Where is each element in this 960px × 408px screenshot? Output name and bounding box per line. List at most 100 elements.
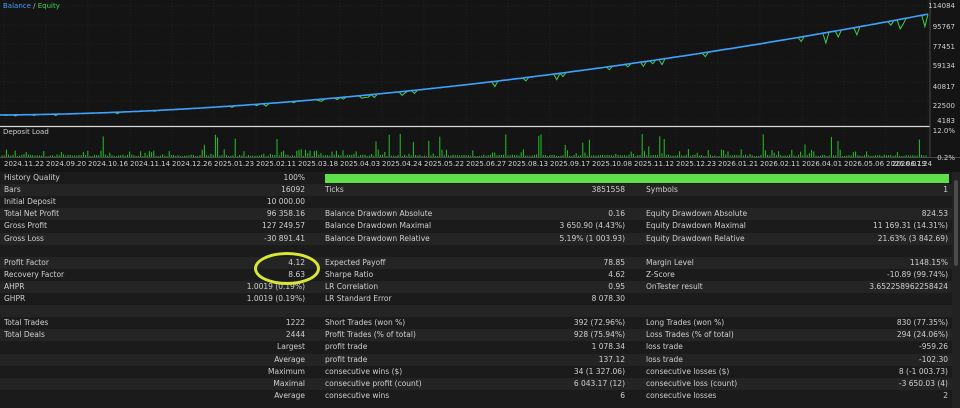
stat-value: 11 169.31 (14.31%) <box>872 221 948 231</box>
stat-value: 928 (75.94%) <box>573 330 625 340</box>
y-tick-label: 95767 <box>932 23 955 31</box>
stat-value: 0.95 <box>608 281 625 291</box>
legend-balance: Balance <box>3 2 31 10</box>
x-tick-label: 2025.02.11 <box>256 160 297 168</box>
y-tick-label: 59134 <box>932 62 955 70</box>
stat-value: 10 000.00 <box>266 197 305 207</box>
table-row: AHPR 1.0019 (0.19%) LR Correlation 0.95 … <box>0 280 960 293</box>
stat-value: 8.63 <box>288 269 305 279</box>
table-row: Bars 16092 Ticks 3851558 Symbols 1 <box>0 184 960 197</box>
table-row: History Quality 100% <box>0 172 960 184</box>
stat-sublabel: Average <box>274 390 305 400</box>
balance-equity-chart: Balance / Equity Deposit Load 114084 957… <box>0 0 960 172</box>
x-tick-label: 2024.11.22 <box>4 160 45 168</box>
stat-value: 78.85 <box>603 257 625 267</box>
legend-equity: Equity <box>37 2 60 10</box>
x-tick-label: 2025.03.18 <box>298 160 339 168</box>
history-quality-bar <box>325 174 949 183</box>
x-tick-label: 2025.09.17 <box>550 160 591 168</box>
x-tick-label: 2025.11.12 <box>634 160 675 168</box>
stat-value: 8 078.30 <box>591 294 625 303</box>
stat-value: 127 249.57 <box>262 221 305 231</box>
stat-value: 1.0019 (0.19%) <box>246 281 305 291</box>
stat-value: 392 (72.96%) <box>573 318 625 328</box>
x-tick-label: 2024.10.16 <box>88 160 129 168</box>
stat-value: 1 078.34 <box>591 342 625 352</box>
stat-sublabel: Largest <box>277 342 305 352</box>
chart-canvas <box>0 0 960 158</box>
stat-value: 2 <box>943 390 948 400</box>
stat-value: -102.30 <box>919 354 948 364</box>
x-tick-label: 2026.04.01 <box>802 160 843 168</box>
stat-value: 3851558 <box>591 185 625 195</box>
table-row: Total Deals 2444 Profit Trades (% of tot… <box>0 329 960 342</box>
x-tick-label: 2025.01.23 <box>214 160 255 168</box>
stat-value: 1148.15% <box>909 257 948 267</box>
table-row-spacer <box>0 305 960 318</box>
x-tick-label: 2024.09.20 <box>46 160 87 168</box>
x-tick-label: 2025.08.13 <box>508 160 549 168</box>
table-row-spacer <box>0 245 960 257</box>
stat-sublabel: Maximum <box>268 366 305 376</box>
x-tick-label: 2025.05.22 <box>424 160 465 168</box>
stat-value: 34 (1 327.06) <box>573 366 625 376</box>
stat-value: -3 650.03 (4) <box>898 378 948 388</box>
vertical-scrollbar[interactable] <box>952 172 960 408</box>
stat-value: -10.89 (99.74%) <box>886 269 948 279</box>
results-table: History Quality 100% Bars 16092 Ticks 38… <box>0 172 960 408</box>
x-tick-label: 2025.12.23 <box>676 160 717 168</box>
stat-value: 4.12 <box>288 257 305 267</box>
stat-value: 0.16 <box>608 209 625 219</box>
stat-value: 294 (24.06%) <box>896 330 948 340</box>
stat-sublabel: Maximal <box>273 378 305 388</box>
balance-line <box>0 13 929 116</box>
stat-value: 100% <box>283 173 305 182</box>
y-tick-label: 22500 <box>932 102 955 110</box>
stat-value: 1222 <box>285 318 305 328</box>
scrollbar-thumb[interactable] <box>954 180 958 266</box>
table-row: Recovery Factor 8.63 Sharpe Ratio 4.62 Z… <box>0 269 960 281</box>
stat-value: -959.26 <box>919 342 948 352</box>
y-tick-label: 40817 <box>932 83 955 91</box>
stat-value: 5.19% (1 003.93) <box>559 233 625 243</box>
stat-value: 6 043.17 (12) <box>573 378 625 388</box>
stat-value: -30 891.41 <box>264 233 305 243</box>
stat-value: 3.652258962258424 <box>869 281 948 291</box>
x-tick-label: 2026.01.21 <box>718 160 759 168</box>
stat-value: 1.0019 (0.19%) <box>246 294 305 303</box>
x-tick-label: 2025.04.24 <box>382 160 423 168</box>
stat-value: 3 650.90 (4.43%) <box>559 221 625 231</box>
stat-value: 824.53 <box>921 209 948 219</box>
x-tick-label: 2026.07.24 <box>892 160 933 168</box>
stat-value: 16092 <box>281 185 305 195</box>
table-row: Average consecutive wins 6 consecutive l… <box>0 390 960 402</box>
equity-line <box>0 13 929 117</box>
table-row: Gross Loss -30 891.41 Balance Drawdown R… <box>0 232 960 245</box>
table-row: Average profit trade 137.12 loss trade -… <box>0 353 960 366</box>
table-row: Largest profit trade 1 078.34 loss trade… <box>0 341 960 353</box>
table-row: GHPR 1.0019 (0.19%) LR Standard Error 8 … <box>0 293 960 305</box>
table-row: Profit Factor 4.12 Expected Payoff 78.85… <box>0 256 960 269</box>
deposit-load-label: Deposit Load <box>3 128 49 136</box>
x-tick-label: 2026.05.06 <box>844 160 885 168</box>
x-tick-label: 2024.12.26 <box>172 160 213 168</box>
table-row: Maximal consecutive profit (count) 6 043… <box>0 377 960 390</box>
x-tick-label: 2025.10.08 <box>592 160 633 168</box>
stat-value: 6 <box>620 390 625 400</box>
stat-value: 8 (-1 003.73) <box>898 366 948 376</box>
x-tick-label: 2025.04.03 <box>340 160 381 168</box>
y-tick-label: 77451 <box>932 43 955 51</box>
table-row: Total Trades 1222 Short Trades (won %) 3… <box>0 317 960 329</box>
chart-legend: Balance / Equity <box>3 2 60 10</box>
stat-value: 1 <box>943 185 948 195</box>
legend-separator: / <box>30 2 38 10</box>
x-tick-label: 2024.11.14 <box>130 160 171 168</box>
table-row: Total Net Profit 96 358.16 Balance Drawd… <box>0 208 960 221</box>
stat-value: 2444 <box>285 330 305 340</box>
x-tick-label: 2026.02.11 <box>760 160 801 168</box>
y-tick-label: 114084 <box>928 2 955 10</box>
stat-value: 4.62 <box>608 269 625 279</box>
stat-value: 137.12 <box>598 354 625 364</box>
table-row: Initial Deposit 10 000.00 <box>0 196 960 208</box>
y-tick-label: 12.0% <box>932 127 955 135</box>
